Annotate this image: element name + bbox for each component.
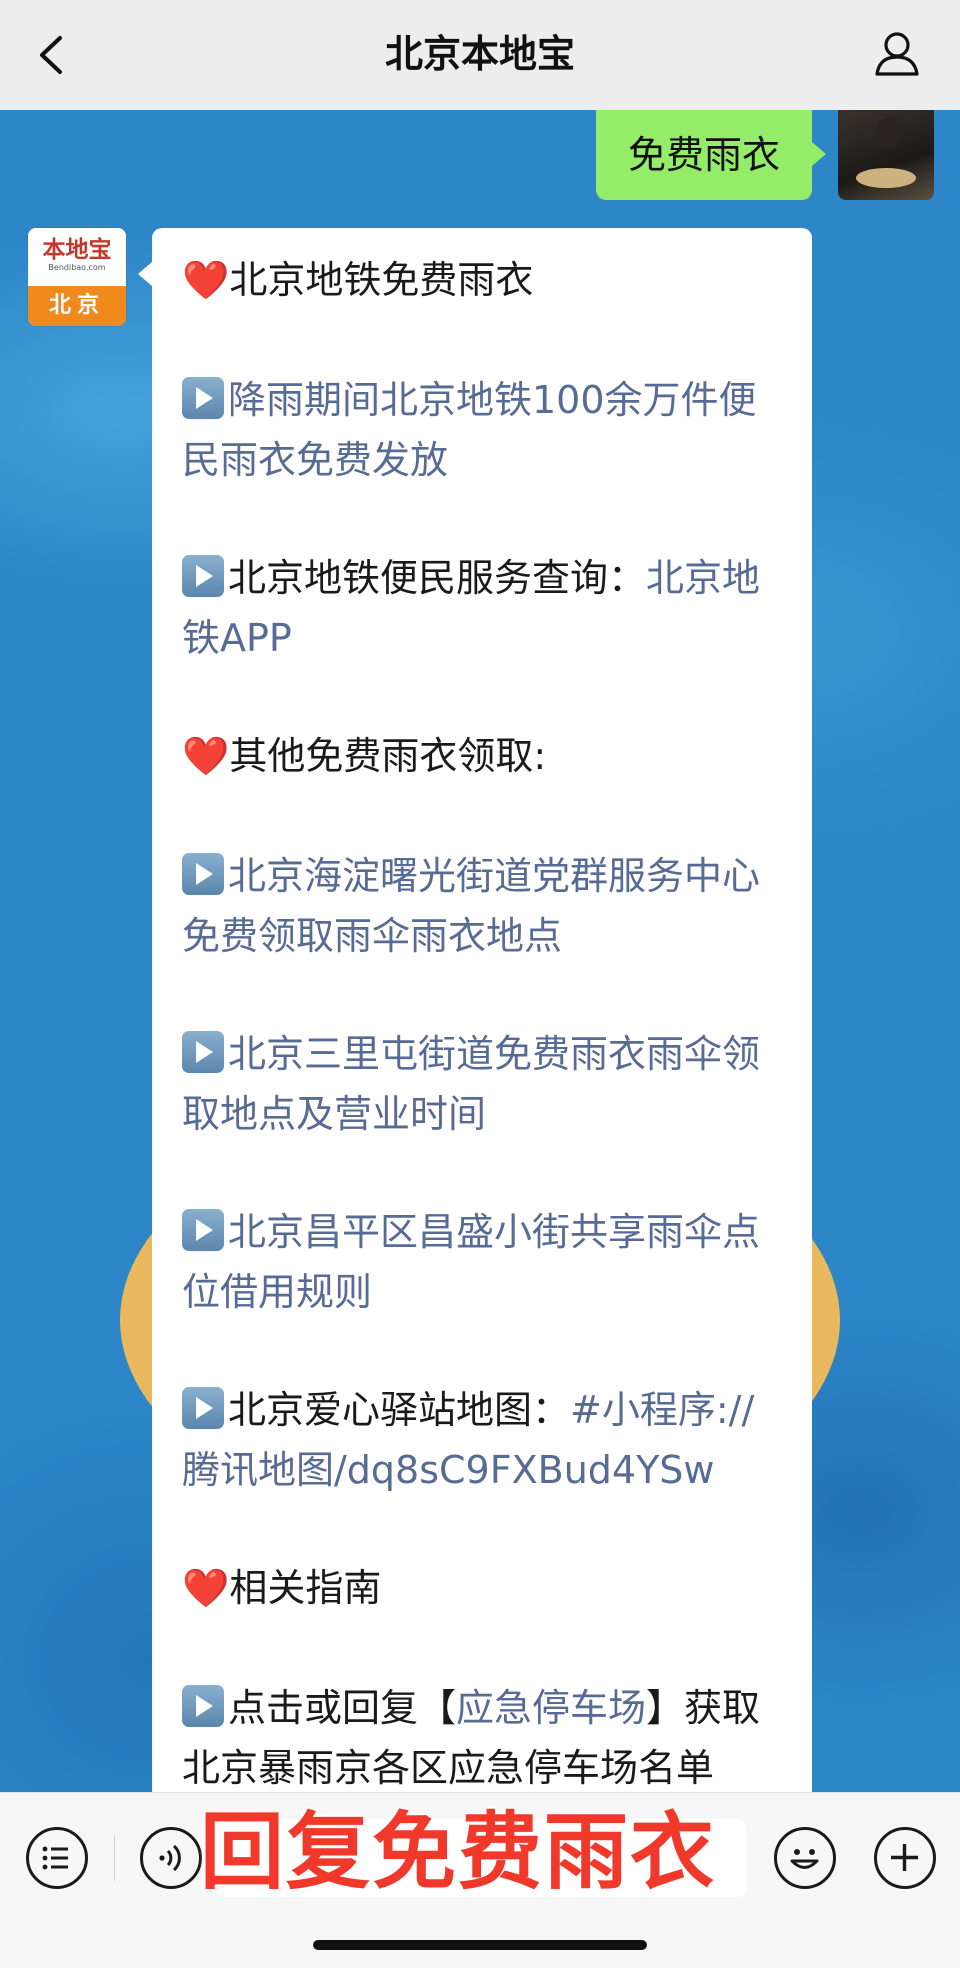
reply-paragraph: ❤️其他免费雨衣领取: [182, 726, 792, 786]
my-avatar[interactable] [838, 110, 934, 200]
reply-text: 相关指南 [229, 1566, 382, 1610]
reply-paragraph: 北京海淀曙光街道党群服务中心免费领取雨伞雨衣地点 [182, 846, 792, 966]
reply-paragraph: 北京三里屯街道免费雨衣雨伞领取地点及营业时间 [182, 1024, 792, 1144]
voice-input-icon[interactable] [140, 1827, 202, 1889]
reply-link[interactable]: 降雨期间北京地铁100余万件便民雨衣免费发放 [182, 378, 757, 482]
reply-text: 北京爱心驿站地图： [228, 1388, 571, 1432]
play-icon [182, 1031, 224, 1073]
heart-icon: ❤️ [182, 258, 230, 302]
reply-prompt-overlay: 回复免费雨衣 [200, 1803, 717, 1901]
chat-title: 北京本地宝 [384, 32, 575, 76]
reply-paragraph: 降雨期间北京地铁100余万件便民雨衣免费发放 [182, 370, 792, 490]
menu-list-icon[interactable] [26, 1827, 88, 1889]
reply-link[interactable]: 北京三里屯街道免费雨衣雨伞领取地点及营业时间 [182, 1032, 760, 1136]
avatar-logo-text: 本地宝 [42, 237, 112, 263]
reply-message-bubble: ❤️北京地铁免费雨衣 降雨期间北京地铁100余万件便民雨衣免费发放 北京地铁便民服务… [152, 228, 812, 1828]
reply-text: 其他免费雨衣领取: [229, 734, 547, 778]
profile-icon[interactable] [872, 28, 922, 78]
play-icon [182, 853, 224, 895]
reply-paragraph: ❤️北京地铁免费雨衣 [182, 250, 792, 310]
avatar-city-label: 北京 [28, 286, 126, 326]
reply-paragraph: 北京地铁便民服务查询：北京地铁APP [182, 548, 792, 668]
chat-header: 北京本地宝 [0, 0, 960, 111]
heart-icon: ❤️ [182, 1566, 230, 1610]
play-icon [182, 1387, 224, 1429]
home-indicator[interactable] [313, 1940, 647, 1950]
reply-paragraph: 北京昌平区昌盛小街共享雨伞点位借用规则 [182, 1202, 792, 1322]
reply-link[interactable]: 北京海淀曙光街道党群服务中心免费领取雨伞雨衣地点 [182, 854, 760, 958]
sent-message-bubble[interactable]: 免费雨衣 [595, 110, 827, 200]
avatar-site-text: Bendibao.com [48, 263, 106, 272]
reply-link[interactable]: 北京昌平区昌盛小街共享雨伞点位借用规则 [182, 1210, 760, 1314]
play-icon [182, 1685, 224, 1727]
play-icon [182, 555, 224, 597]
reply-paragraph: ❤️相关指南 [182, 1558, 792, 1618]
heart-icon: ❤️ [182, 734, 230, 778]
plus-icon[interactable] [874, 1827, 936, 1889]
play-icon [182, 1209, 224, 1251]
play-icon [182, 377, 224, 419]
reply-text: 北京地铁免费雨衣 [229, 258, 534, 302]
reply-link[interactable]: 应急停车场 [456, 1686, 646, 1730]
reply-text: 北京地铁便民服务查询： [228, 556, 647, 600]
bendibao-avatar[interactable]: 本地宝 Bendibao.com 北京 [28, 228, 126, 326]
reply-paragraph: 北京爱心驿站地图：#小程序://腾讯地图/dq8sC9FXBud4YSw [182, 1380, 792, 1500]
reply-text: 点击或回复【 [228, 1686, 457, 1730]
emoji-icon[interactable] [774, 1827, 836, 1889]
reply-paragraph: 点击或回复【应急停车场】获取北京暴雨京各区应急停车场名单 [182, 1678, 792, 1798]
